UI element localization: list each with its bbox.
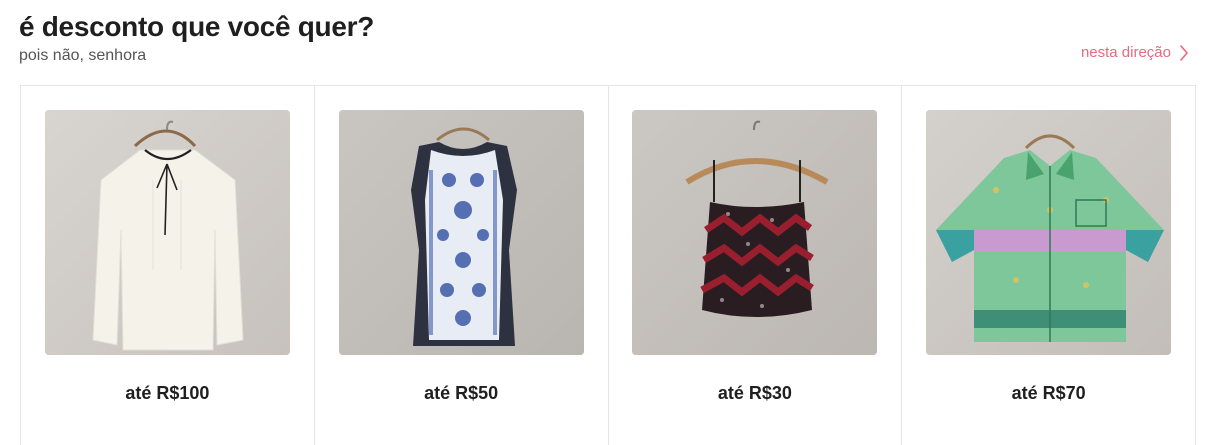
chevron-right-icon [1179, 44, 1189, 61]
price-label: até R$70 [1011, 383, 1086, 403]
price-category-grid: até R$100 até R$50 até R$30 até R$70 [20, 85, 1196, 445]
see-more-label: nesta direção [1080, 44, 1171, 61]
price-label: até R$100 [125, 383, 210, 403]
price-label: até R$50 [424, 383, 499, 403]
white-blouse-image[interactable] [44, 110, 290, 355]
see-more-link[interactable]: nesta direção [1081, 44, 1189, 61]
sequin-cami-image[interactable] [632, 110, 878, 355]
blue-print-dress-image[interactable] [338, 110, 584, 355]
price-label: até R$30 [717, 383, 792, 403]
section-title: é desconto que você quer? [19, 11, 375, 42]
price-card-30[interactable]: até R$30 [609, 86, 903, 445]
price-card-50[interactable]: até R$50 [315, 86, 609, 445]
section-header: é desconto que você quer? pois não, senh… [19, 10, 1199, 70]
price-card-70[interactable]: até R$70 [902, 86, 1195, 445]
price-card-100[interactable]: até R$100 [21, 86, 315, 445]
green-print-shirt-image[interactable] [926, 110, 1172, 355]
section-subtitle: pois não, senhora [19, 47, 147, 64]
